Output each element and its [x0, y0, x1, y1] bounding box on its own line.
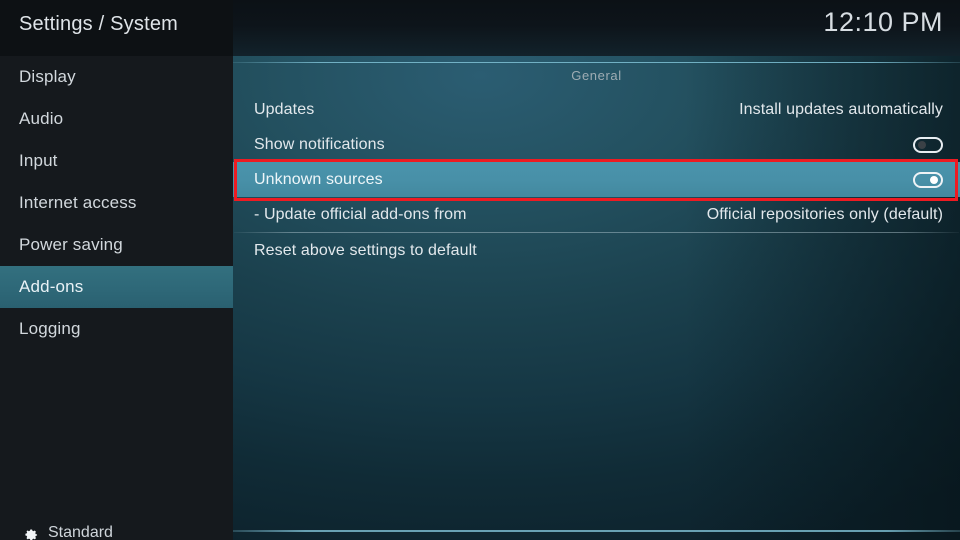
kodi-settings-screen: Settings / System 12:10 PM Display Audio…	[0, 0, 960, 540]
setting-value: Install updates automatically	[739, 100, 943, 118]
panel-bottom-divider	[233, 530, 960, 532]
settings-level-selector[interactable]: Standard	[0, 518, 233, 540]
sidebar: Display Audio Input Internet access Powe…	[0, 56, 233, 540]
setting-row-unknown-sources[interactable]: Unknown sources	[233, 162, 960, 197]
sidebar-item-label: Audio	[19, 109, 64, 128]
setting-row-update-official-addons-from[interactable]: - Update official add-ons from Official …	[233, 197, 960, 232]
clock: 12:10 PM	[823, 7, 943, 37]
setting-label: - Update official add-ons from	[254, 205, 467, 223]
sidebar-item-label: Display	[19, 67, 76, 86]
setting-label: Unknown sources	[254, 170, 383, 188]
panel-top-divider	[233, 62, 960, 63]
sidebar-item-display[interactable]: Display	[0, 56, 233, 98]
setting-label: Show notifications	[254, 135, 385, 153]
settings-panel: General Updates Install updates automati…	[233, 56, 960, 540]
sidebar-item-label: Input	[19, 151, 58, 170]
setting-row-reset-to-default[interactable]: Reset above settings to default	[233, 233, 960, 268]
setting-value: Official repositories only (default)	[706, 205, 943, 223]
settings-group-title: General	[571, 68, 622, 83]
sidebar-item-label: Add-ons	[19, 277, 84, 296]
sidebar-item-label: Logging	[19, 319, 81, 338]
show-notifications-toggle[interactable]	[913, 136, 943, 153]
sidebar-item-label: Internet access	[19, 193, 137, 212]
setting-label: Reset above settings to default	[254, 241, 477, 259]
toggle-knob	[918, 140, 926, 149]
sidebar-item-label: Power saving	[19, 235, 123, 254]
sidebar-item-audio[interactable]: Audio	[0, 98, 233, 140]
settings-row-list: Updates Install updates automatically Sh…	[233, 92, 960, 268]
unknown-sources-toggle[interactable]	[913, 171, 943, 188]
sidebar-item-power-saving[interactable]: Power saving	[0, 224, 233, 266]
sidebar-item-internet-access[interactable]: Internet access	[0, 182, 233, 224]
sidebar-item-logging[interactable]: Logging	[0, 308, 233, 350]
sidebar-item-add-ons[interactable]: Add-ons	[0, 266, 233, 308]
gear-icon	[25, 528, 38, 540]
setting-row-updates[interactable]: Updates Install updates automatically	[233, 92, 960, 127]
toggle-knob	[930, 175, 938, 184]
setting-row-show-notifications[interactable]: Show notifications	[233, 127, 960, 162]
breadcrumb: Settings / System	[19, 13, 179, 35]
sidebar-item-input[interactable]: Input	[0, 140, 233, 182]
setting-label: Updates	[254, 100, 315, 118]
settings-level-label: Standard	[48, 524, 113, 540]
